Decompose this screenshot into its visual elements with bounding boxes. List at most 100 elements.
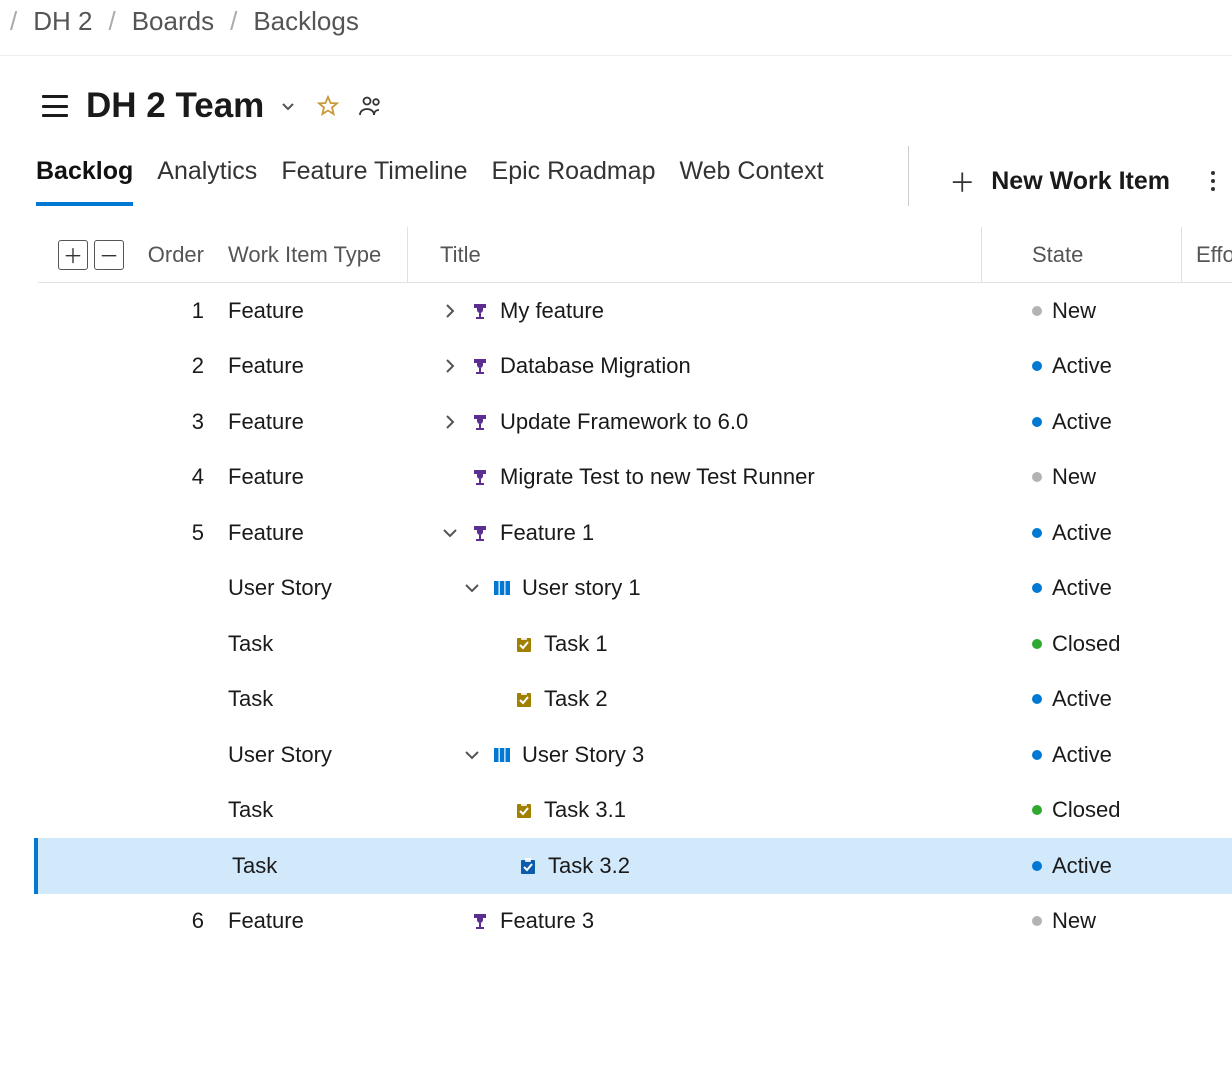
chevron-right-icon[interactable] bbox=[440, 356, 460, 376]
table-row[interactable]: User Story User Story 3 Active bbox=[38, 727, 1232, 783]
user-story-icon bbox=[492, 578, 512, 598]
cell-title[interactable]: Database Migration bbox=[500, 353, 691, 379]
cell-order: 2 bbox=[138, 353, 228, 379]
chevron-down-icon[interactable] bbox=[462, 745, 482, 765]
cell-type: User Story bbox=[228, 727, 408, 783]
state-dot-icon bbox=[1032, 916, 1042, 926]
cell-title[interactable]: Update Framework to 6.0 bbox=[500, 409, 748, 435]
menu-icon[interactable] bbox=[42, 95, 68, 117]
col-header-effort[interactable]: Effort bbox=[1182, 242, 1232, 268]
cell-state: Active bbox=[1052, 520, 1112, 546]
cell-state: Closed bbox=[1052, 797, 1120, 823]
cell-state: Active bbox=[1052, 686, 1112, 712]
cell-type: User Story bbox=[228, 561, 408, 617]
cell-state: New bbox=[1052, 464, 1096, 490]
tab-backlog[interactable]: Backlog bbox=[36, 157, 133, 206]
people-icon[interactable] bbox=[358, 95, 384, 117]
table-row[interactable]: User Story User story 1 Active bbox=[38, 561, 1232, 617]
state-dot-icon bbox=[1032, 417, 1042, 427]
state-dot-icon bbox=[1032, 472, 1042, 482]
state-dot-icon bbox=[1032, 861, 1042, 871]
cell-title[interactable]: User Story 3 bbox=[522, 742, 644, 768]
backlog-grid: ＋ － Order Work Item Type Title State Eff… bbox=[38, 227, 1232, 949]
table-row[interactable]: 6FeatureFeature 3New bbox=[38, 894, 1232, 950]
cell-title[interactable]: Task 3.1 bbox=[544, 797, 626, 823]
state-dot-icon bbox=[1032, 805, 1042, 815]
feature-icon bbox=[470, 301, 490, 321]
task-icon bbox=[514, 689, 534, 709]
breadcrumb-boards[interactable]: Boards bbox=[132, 6, 214, 37]
cell-title[interactable]: Feature 1 bbox=[500, 520, 594, 546]
tab-feature-timeline[interactable]: Feature Timeline bbox=[281, 157, 467, 206]
cell-state: New bbox=[1052, 298, 1096, 324]
chevron-right-icon[interactable] bbox=[440, 301, 460, 321]
cell-title[interactable]: Feature 3 bbox=[500, 908, 594, 934]
tab-bar: Backlog Analytics Feature Timeline Epic … bbox=[0, 126, 1232, 207]
cell-type: Feature bbox=[228, 339, 408, 395]
breadcrumb-sep: / bbox=[108, 6, 115, 37]
cell-state: Active bbox=[1052, 409, 1112, 435]
task-icon bbox=[518, 856, 538, 876]
new-work-item-button[interactable]: ＋ New Work Item bbox=[949, 163, 1186, 200]
cell-type: Feature bbox=[228, 505, 408, 561]
feature-icon bbox=[470, 911, 490, 931]
state-dot-icon bbox=[1032, 750, 1042, 760]
cell-type: Feature bbox=[228, 394, 408, 450]
cell-order: 6 bbox=[138, 908, 228, 934]
collapse-all-button[interactable]: － bbox=[94, 240, 124, 270]
task-icon bbox=[514, 800, 534, 820]
table-row[interactable]: 1FeatureMy featureNew bbox=[38, 283, 1232, 339]
table-row[interactable]: 3FeatureUpdate Framework to 6.0Active bbox=[38, 394, 1232, 450]
breadcrumb: / DH 2 / Boards / Backlogs bbox=[0, 0, 1232, 56]
table-row[interactable]: 2Feature Database Migration Active bbox=[38, 339, 1232, 395]
cell-type: Task bbox=[228, 672, 408, 728]
expand-all-button[interactable]: ＋ bbox=[58, 240, 88, 270]
col-header-state[interactable]: State bbox=[982, 227, 1182, 282]
tab-web-context[interactable]: Web Context bbox=[680, 157, 824, 206]
breadcrumb-project[interactable]: DH 2 bbox=[33, 6, 92, 37]
cell-type: Feature bbox=[228, 283, 408, 339]
feature-icon bbox=[470, 356, 490, 376]
cell-title[interactable]: Migrate Test to new Test Runner bbox=[500, 464, 815, 490]
table-row[interactable]: TaskTask 1Closed bbox=[38, 616, 1232, 672]
cell-title[interactable]: Task 2 bbox=[544, 686, 608, 712]
chevron-down-icon[interactable] bbox=[462, 578, 482, 598]
favorite-star-icon[interactable] bbox=[316, 94, 340, 118]
cell-title[interactable]: Task 1 bbox=[544, 631, 608, 657]
col-header-order[interactable]: Order bbox=[138, 242, 228, 268]
grid-header: ＋ － Order Work Item Type Title State Eff… bbox=[38, 227, 1232, 283]
col-header-title[interactable]: Title bbox=[408, 227, 982, 282]
plus-icon: ＋ bbox=[949, 163, 975, 200]
more-options-icon[interactable] bbox=[1210, 170, 1216, 192]
page-header: DH 2 Team bbox=[0, 56, 1232, 126]
cell-state: Active bbox=[1052, 853, 1112, 879]
cell-state: Closed bbox=[1052, 631, 1120, 657]
cell-type: Feature bbox=[228, 450, 408, 506]
cell-title[interactable]: Task 3.2 bbox=[548, 853, 630, 879]
task-icon bbox=[514, 634, 534, 654]
breadcrumb-backlogs[interactable]: Backlogs bbox=[253, 6, 359, 37]
user-story-icon bbox=[492, 745, 512, 765]
cell-title[interactable]: User story 1 bbox=[522, 575, 641, 601]
tab-epic-roadmap[interactable]: Epic Roadmap bbox=[492, 157, 656, 206]
cell-state: Active bbox=[1052, 353, 1112, 379]
cell-state: Active bbox=[1052, 575, 1112, 601]
col-header-type[interactable]: Work Item Type bbox=[228, 227, 408, 282]
feature-icon bbox=[470, 412, 490, 432]
table-row[interactable]: TaskTask 3.1Closed bbox=[38, 783, 1232, 839]
chevron-down-icon[interactable] bbox=[440, 523, 460, 543]
table-row[interactable]: 4FeatureMigrate Test to new Test RunnerN… bbox=[38, 450, 1232, 506]
table-row[interactable]: TaskTask 3.2Active bbox=[34, 838, 1232, 894]
state-dot-icon bbox=[1032, 694, 1042, 704]
state-dot-icon bbox=[1032, 528, 1042, 538]
cell-title[interactable]: My feature bbox=[500, 298, 604, 324]
tab-analytics[interactable]: Analytics bbox=[157, 157, 257, 206]
table-row[interactable]: Task Task 2 Active bbox=[38, 672, 1232, 728]
cell-state: Active bbox=[1052, 742, 1112, 768]
breadcrumb-sep: / bbox=[10, 6, 17, 37]
chevron-right-icon[interactable] bbox=[440, 412, 460, 432]
table-row[interactable]: 5FeatureFeature 1Active bbox=[38, 505, 1232, 561]
team-picker-chevron-icon[interactable] bbox=[278, 96, 298, 116]
cell-state: New bbox=[1052, 908, 1096, 934]
breadcrumb-sep: / bbox=[230, 6, 237, 37]
